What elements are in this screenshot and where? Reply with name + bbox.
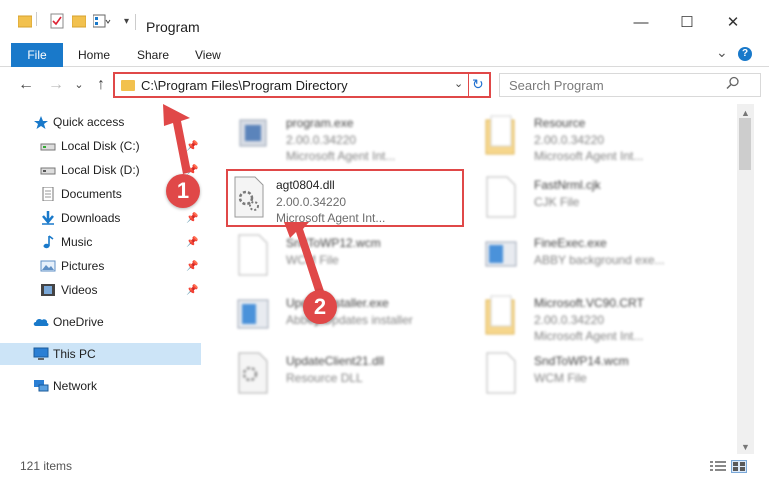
- arrow-2: [284, 222, 325, 297]
- arrow-1: [163, 104, 191, 174]
- callout-2: 2: [303, 290, 337, 324]
- annotation-arrows: [163, 104, 325, 297]
- callout-1: 1: [166, 174, 200, 208]
